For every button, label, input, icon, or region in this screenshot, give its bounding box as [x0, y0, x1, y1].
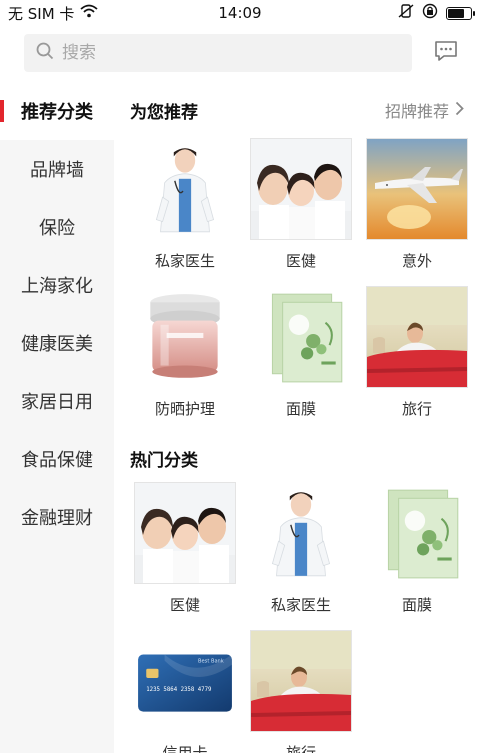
search-box[interactable] [24, 34, 412, 72]
product-item-private-doctor[interactable]: 私家医生 [243, 482, 359, 630]
battery-icon [446, 6, 475, 20]
sidebar-item-finance[interactable]: 金融理财 [0, 488, 114, 546]
sidebar-item-food-health[interactable]: 食品保健 [0, 430, 114, 488]
product-item-private-doctor[interactable]: 私家医生 [127, 138, 243, 286]
convertible-car-image [250, 630, 352, 732]
product-item-credit-card[interactable]: Best Bank 1235 5864 2358 4779 信用卡 [127, 630, 243, 753]
search-input[interactable] [62, 43, 262, 63]
search-icon [36, 42, 54, 64]
sidebar-item-insurance[interactable]: 保险 [0, 198, 114, 256]
family-image [250, 138, 352, 240]
mute-icon [398, 3, 414, 23]
carrier-label: 无 SIM 卡 [8, 4, 75, 23]
sidebar-item-shanghai-jahwa[interactable]: 上海家化 [0, 256, 114, 314]
sidebar-item-health-beauty[interactable]: 健康医美 [0, 314, 114, 372]
search-row [24, 34, 460, 72]
message-icon [434, 40, 458, 66]
section-title: 热门分类 [130, 450, 198, 471]
hot-grid: 医健 私家医生 面膜 Best Bank 1235 5864 2358 4779 [114, 482, 480, 753]
product-item-health[interactable]: 医健 [127, 482, 243, 630]
chevron-right-icon [455, 101, 464, 120]
sidebar-item-brand-wall[interactable]: 品牌墙 [0, 140, 114, 198]
family-image [134, 482, 236, 584]
card-number: 1235 5864 2358 4779 [146, 687, 212, 693]
category-sidebar: 推荐分类 品牌墙 保险 上海家化 健康医美 家居日用 食品保健 金融理财 [0, 82, 114, 753]
product-item-travel[interactable]: 旅行 [359, 286, 475, 434]
airplane-image [366, 138, 468, 240]
product-item-face-mask[interactable]: 面膜 [359, 482, 475, 630]
sidebar-item-home-daily[interactable]: 家居日用 [0, 372, 114, 430]
rotation-lock-icon [422, 3, 438, 23]
face-mask-image [366, 482, 468, 584]
main-content: 为您推荐 招牌推荐 私家医生 医健 意外 防晒护理 面膜 旅行 热门分类 医健 … [114, 82, 480, 753]
hot-section: 热门分类 医健 私家医生 面膜 Best Bank 1235 5864 2358… [114, 434, 480, 753]
product-item-accident[interactable]: 意外 [359, 138, 475, 286]
credit-card-image: Best Bank 1235 5864 2358 4779 [134, 630, 236, 732]
product-item-health[interactable]: 医健 [243, 138, 359, 286]
convertible-car-image [366, 286, 468, 388]
doctor-image [134, 138, 236, 240]
recommend-grid: 私家医生 医健 意外 防晒护理 面膜 旅行 [114, 138, 480, 434]
sidebar-item-recommended[interactable]: 推荐分类 [0, 82, 114, 140]
hot-header: 热门分类 [114, 434, 480, 482]
battery-level [448, 8, 464, 18]
section-title: 为您推荐 [130, 102, 198, 123]
face-mask-image [250, 286, 352, 388]
message-button[interactable] [432, 39, 460, 67]
product-item-travel[interactable]: 旅行 [243, 630, 359, 753]
product-item-face-mask[interactable]: 面膜 [243, 286, 359, 434]
status-bar: 无 SIM 卡 14:09 [0, 0, 480, 26]
wifi-icon [80, 4, 99, 22]
card-brand: Best Bank [198, 659, 224, 665]
recommend-header: 为您推荐 招牌推荐 [114, 82, 480, 138]
brand-recommend-link[interactable]: 招牌推荐 [385, 98, 464, 122]
cream-jar-image [134, 286, 236, 388]
doctor-image [250, 482, 352, 584]
product-item-sunscreen[interactable]: 防晒护理 [127, 286, 243, 434]
